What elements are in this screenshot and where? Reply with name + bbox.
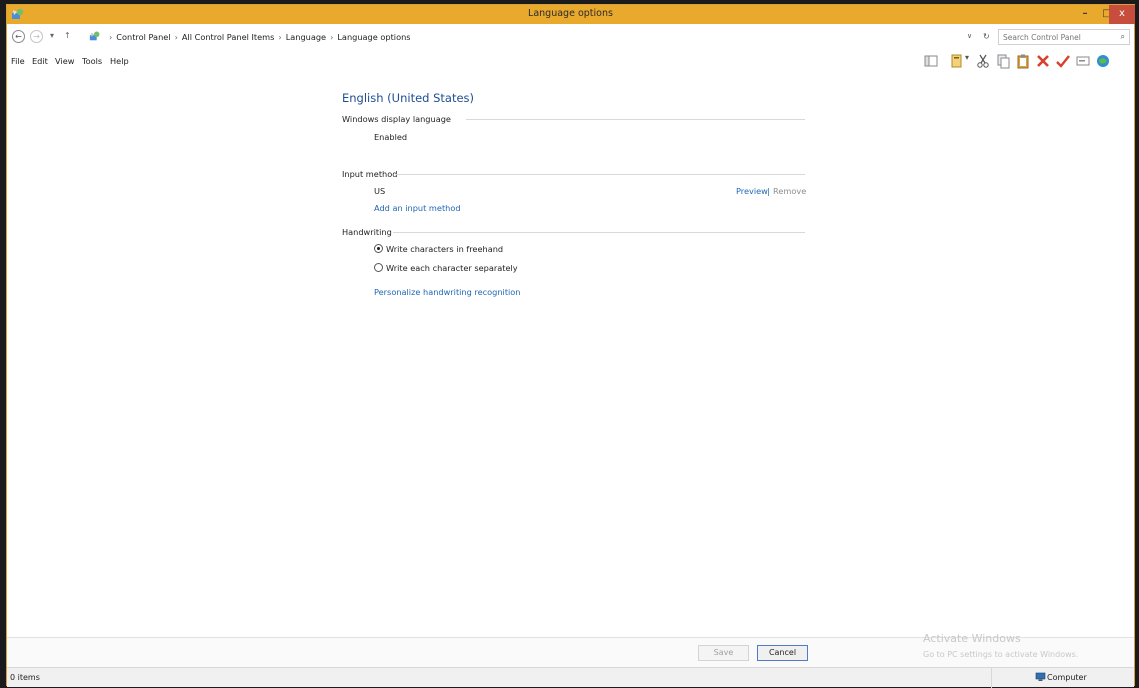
delete-icon[interactable]: [1035, 53, 1051, 69]
status-bar: 0 items Computer: [7, 667, 1134, 688]
refresh-icon[interactable]: ↻: [983, 32, 990, 41]
display-language-status: Enabled: [374, 132, 408, 142]
address-box[interactable]: › Control Panel › All Control Panel Items › L…: [89, 29, 982, 45]
address-bar: ← → ▾ ↑ › Control Panel › All Control Panel…: [7, 25, 1134, 49]
item-count: 0 items: [10, 673, 40, 682]
properties-icon[interactable]: [949, 53, 965, 69]
breadcrumb-language[interactable]: Language: [286, 32, 326, 42]
activation-watermark-text: Go to PC settings to activate Windows.: [923, 650, 1079, 659]
handwriting-heading: Handwriting: [342, 227, 392, 237]
section-divider: [396, 174, 805, 175]
recent-pages-chevron-icon[interactable]: ▾: [50, 31, 54, 40]
section-divider: [466, 119, 805, 120]
breadcrumb-separator-icon: ›: [278, 32, 282, 42]
menu-file[interactable]: File: [11, 56, 25, 66]
radio-freehand[interactable]: Write characters in freehand: [374, 243, 574, 255]
address-history-chevron-icon[interactable]: ∨: [967, 32, 972, 40]
breadcrumb-separator-icon: ›: [109, 32, 113, 42]
radio-button-unchecked[interactable]: [374, 263, 383, 272]
breadcrumb: › Control Panel › All Control Panel Items › L…: [105, 32, 411, 42]
status-divider: [991, 668, 992, 688]
menu-tools[interactable]: Tools: [82, 56, 102, 66]
breadcrumb-language-options[interactable]: Language options: [337, 32, 410, 42]
breadcrumb-all-items[interactable]: All Control Panel Items: [182, 32, 275, 42]
back-button[interactable]: ←: [12, 30, 25, 43]
close-button[interactable]: x: [1109, 5, 1135, 24]
forward-arrow-icon: →: [33, 32, 40, 41]
preview-link[interactable]: Preview: [736, 186, 768, 196]
computer-icon: [1035, 672, 1046, 681]
search-icon[interactable]: ⌕: [1121, 32, 1125, 42]
copy-icon[interactable]: [995, 53, 1011, 69]
control-panel-icon: [89, 31, 100, 41]
up-arrow-icon[interactable]: ↑: [64, 31, 71, 40]
search-input[interactable]: [1003, 30, 1113, 44]
add-input-method-link[interactable]: Add an input method: [374, 203, 461, 213]
link-separator: |: [767, 186, 770, 196]
menu-edit[interactable]: Edit: [32, 56, 48, 66]
rename-icon[interactable]: [1075, 53, 1091, 69]
window-title: Language options: [528, 8, 613, 19]
cut-icon[interactable]: [975, 53, 991, 69]
dialog-footer: Save Cancel Activate Windows Go to PC se…: [7, 632, 1134, 667]
remove-link[interactable]: Remove: [773, 186, 806, 196]
breadcrumb-separator-icon: ›: [174, 32, 178, 42]
menu-bar: File Edit View Tools Help ▾: [7, 51, 1134, 71]
menu-help[interactable]: Help: [110, 56, 129, 66]
section-divider: [393, 232, 805, 233]
input-method-name: US: [374, 186, 386, 196]
activation-watermark-title: Activate Windows: [923, 632, 1021, 645]
radio-separately-label: Write each character separately: [386, 263, 518, 273]
panel-icon[interactable]: [923, 53, 939, 69]
globe-icon[interactable]: [1095, 53, 1111, 69]
check-icon[interactable]: [1055, 53, 1071, 69]
close-icon: x: [1119, 8, 1125, 19]
search-box[interactable]: ⌕: [998, 29, 1130, 45]
paste-icon[interactable]: [1015, 53, 1031, 69]
menu-view[interactable]: View: [55, 56, 74, 66]
input-method-heading: Input method: [342, 169, 398, 179]
page-title: English (United States): [342, 91, 475, 105]
radio-button-checked[interactable]: [374, 244, 383, 253]
control-panel-window: Language options – □ x ← → ▾ ↑ › Control …: [6, 4, 1135, 688]
breadcrumb-separator-icon: ›: [330, 32, 334, 42]
forward-button[interactable]: →: [30, 30, 43, 43]
minimize-button[interactable]: –: [1074, 5, 1096, 24]
language-options-panel: English (United States) Windows display …: [7, 71, 1134, 637]
back-arrow-icon: ←: [15, 32, 22, 41]
save-button[interactable]: Save: [698, 645, 749, 661]
title-bar: Language options – □ x: [7, 5, 1135, 24]
personalize-handwriting-link[interactable]: Personalize handwriting recognition: [374, 287, 521, 297]
radio-freehand-label: Write characters in freehand: [386, 244, 504, 254]
status-location: Computer: [1047, 673, 1087, 682]
cancel-button[interactable]: Cancel: [757, 645, 808, 661]
radio-separately[interactable]: Write each character separately: [374, 262, 574, 274]
breadcrumb-control-panel[interactable]: Control Panel: [116, 32, 170, 42]
display-language-heading: Windows display language: [342, 114, 451, 124]
